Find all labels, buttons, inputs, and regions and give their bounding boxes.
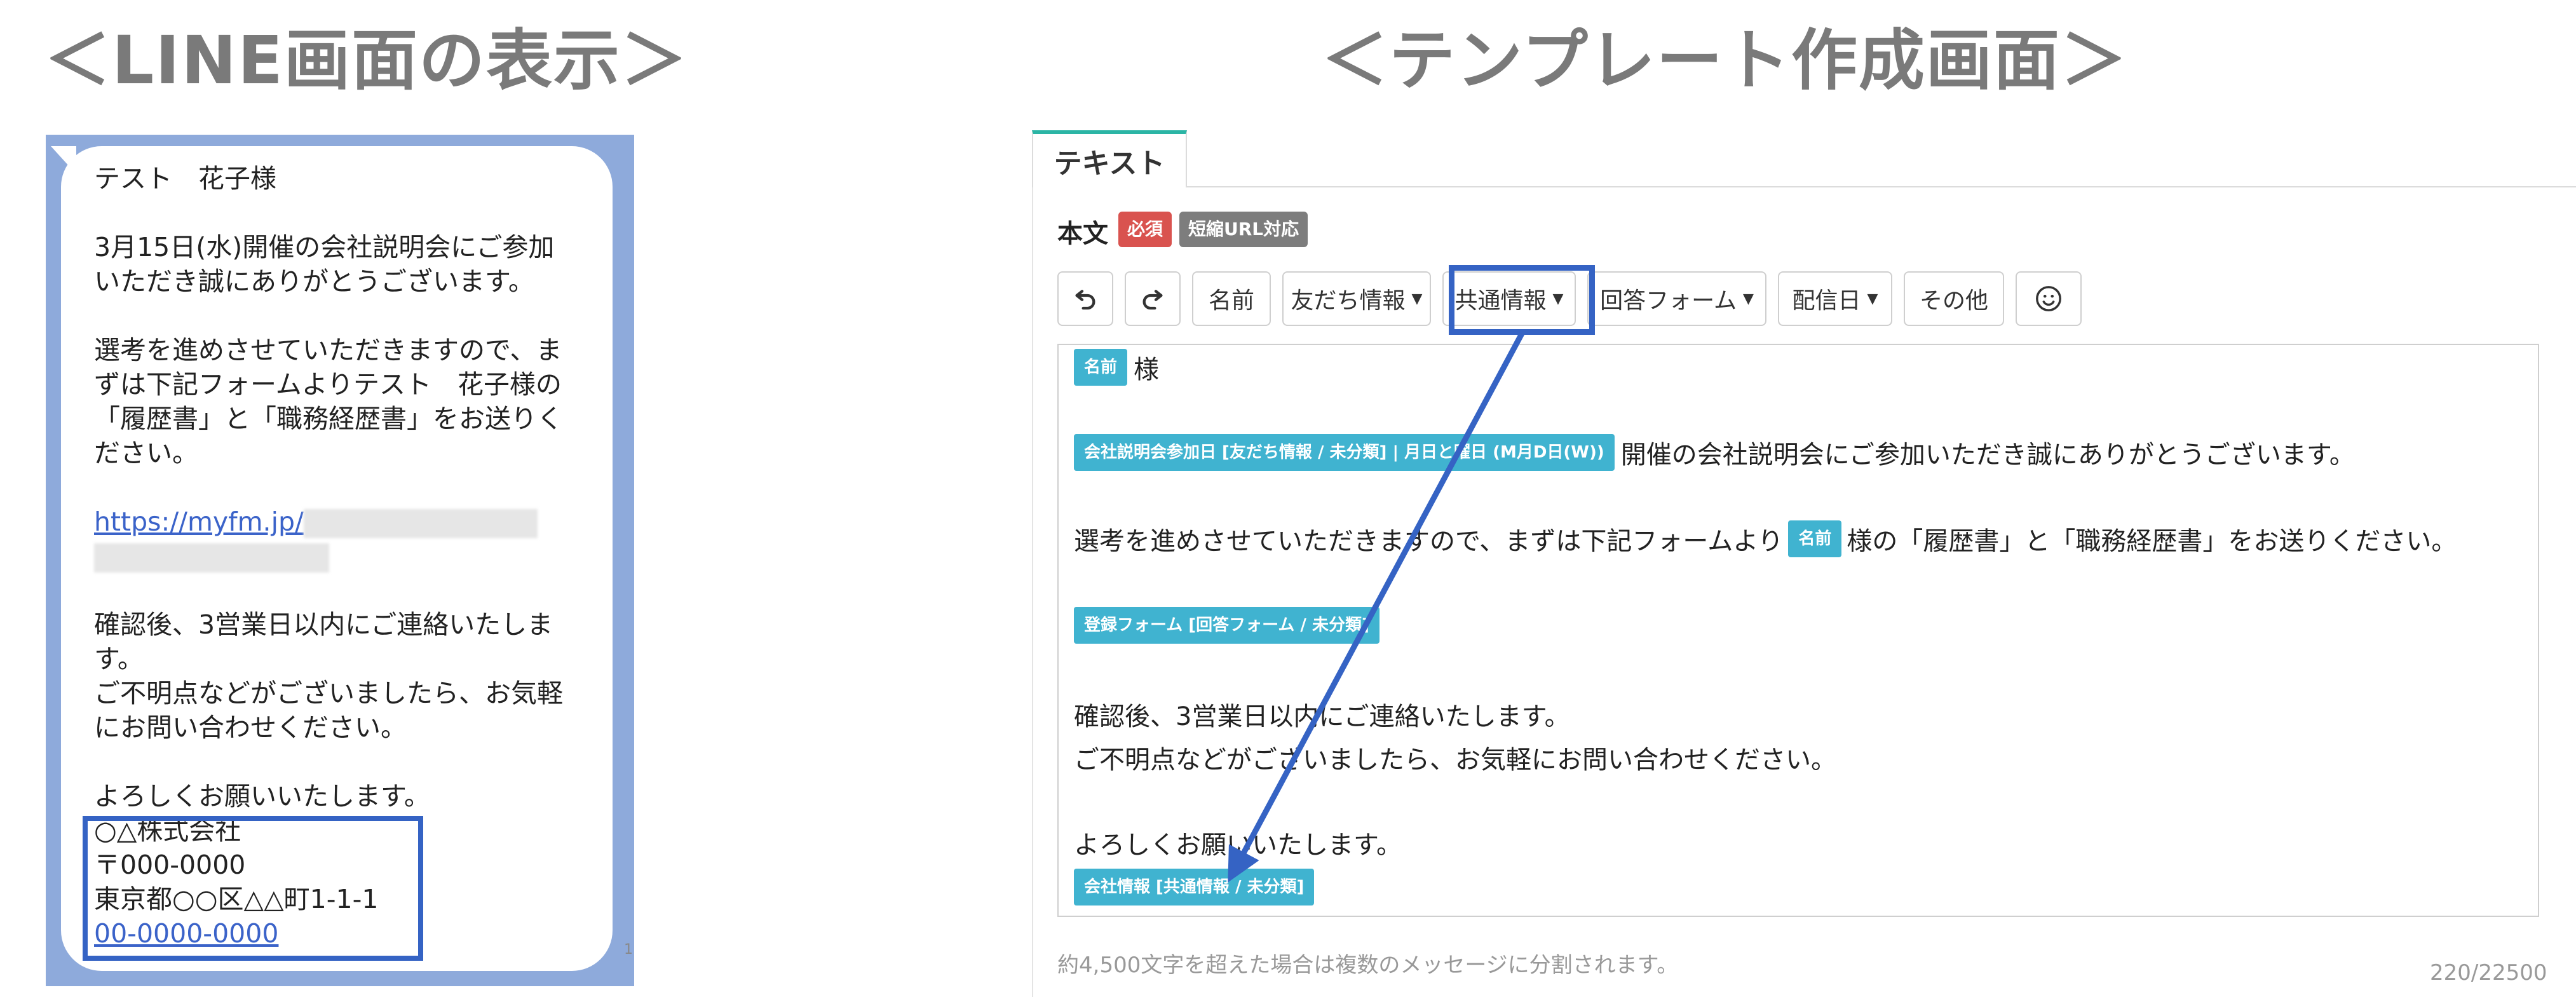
template-editor-heading: ＜テンプレート作成画面＞ (1322, 22, 2128, 99)
line-preview-heading: ＜LINE画面の表示＞ (44, 22, 689, 99)
caret-down-icon: ▼ (1743, 290, 1754, 307)
message-body-editor[interactable]: 名前様 会社説明会参加日 [友だち情報 / 未分類] | 月日と曜日 (M月D日… (1057, 344, 2539, 917)
para2-line4: ださい。 (94, 438, 198, 468)
smiley-icon (2036, 286, 2061, 311)
body-line-closing: よろしくお願いいたします。 (1074, 831, 1402, 860)
caret-down-icon: ▼ (1867, 290, 1878, 307)
emoji-button[interactable] (2016, 271, 2082, 326)
short-url-badge: 短縮URL対応 (1179, 212, 1308, 247)
event-date-tag[interactable]: 会社説明会参加日 [友だち情報 / 未分類] | 月日と曜日 (M月D日(W)) (1074, 434, 1615, 471)
name-tag[interactable]: 名前 (1074, 349, 1128, 386)
closing: よろしくお願いいたします。 (94, 781, 430, 811)
greeting: テスト 花子様 (94, 163, 276, 194)
template-editor: テキスト 本文 必須 短縮URL対応 名前 友だち情報 ▼ 共通情報 ▼ 回答フォー… (1032, 130, 2576, 997)
para2-line3: 「履歴書」と「職務経歴書」をお送りく (94, 404, 563, 434)
split-hint: 約4,500文字を超えた場合は複数のメッセージに分割されます。 (1057, 953, 1679, 978)
body-line-confirm: 確認後、3営業日以内にご連絡いたします。 (1074, 702, 1570, 731)
answer-form-dropdown[interactable]: 回答フォーム ▼ (1587, 271, 1766, 326)
name-tag-inline[interactable]: 名前 (1788, 520, 1842, 557)
form-tag[interactable]: 登録フォーム [回答フォーム / 未分類] (1074, 607, 1380, 644)
char-counter: 220/22500 (2430, 960, 2547, 986)
tab-text[interactable]: テキスト (1032, 130, 1187, 187)
page-number: 1 (624, 942, 633, 958)
common-info-highlight (1449, 265, 1595, 335)
para3-line4: にお問い合わせください。 (94, 712, 407, 743)
redo-icon (1142, 290, 1163, 310)
blurred-url-part (303, 509, 538, 538)
para3-line3: ご不明点などがございましたら、お気軽 (94, 678, 563, 709)
undo-icon (1075, 290, 1095, 310)
required-badge: 必須 (1118, 212, 1172, 247)
form-link[interactable]: https://myfm.jp/ (94, 506, 304, 537)
undo-button[interactable] (1057, 271, 1113, 326)
para2-line2: ずは下記フォームよりテスト 花子様の (94, 369, 562, 400)
company-info-highlight (83, 816, 423, 961)
para2-line1: 選考を進めさせていただきますので、ま (94, 335, 562, 365)
redo-button[interactable] (1125, 271, 1181, 326)
other-button[interactable]: その他 (1904, 271, 2004, 326)
blurred-url-part-2 (94, 543, 329, 573)
caret-down-icon: ▼ (1411, 290, 1423, 307)
delivery-date-dropdown[interactable]: 配信日 ▼ (1778, 271, 1892, 326)
para1-line1: 3月15日(水)開催の会社説明会にご参加 (94, 232, 555, 262)
body-field-label: 本文 (1057, 219, 1108, 248)
insert-name-button[interactable]: 名前 (1192, 271, 1271, 326)
para3-line2: す。 (94, 644, 144, 674)
friend-info-dropdown[interactable]: 友だち情報 ▼ (1282, 271, 1431, 326)
body-line-inquiry: ご不明点などがございましたら、お気軽にお問い合わせください。 (1074, 745, 1836, 775)
company-info-tag[interactable]: 会社情報 [共通情報 / 未分類] (1074, 869, 1315, 905)
para1-line2: いただき誠にありがとうございます。 (94, 266, 534, 297)
para3-line1: 確認後、3営業日以内にご連絡いたしま (94, 609, 553, 640)
